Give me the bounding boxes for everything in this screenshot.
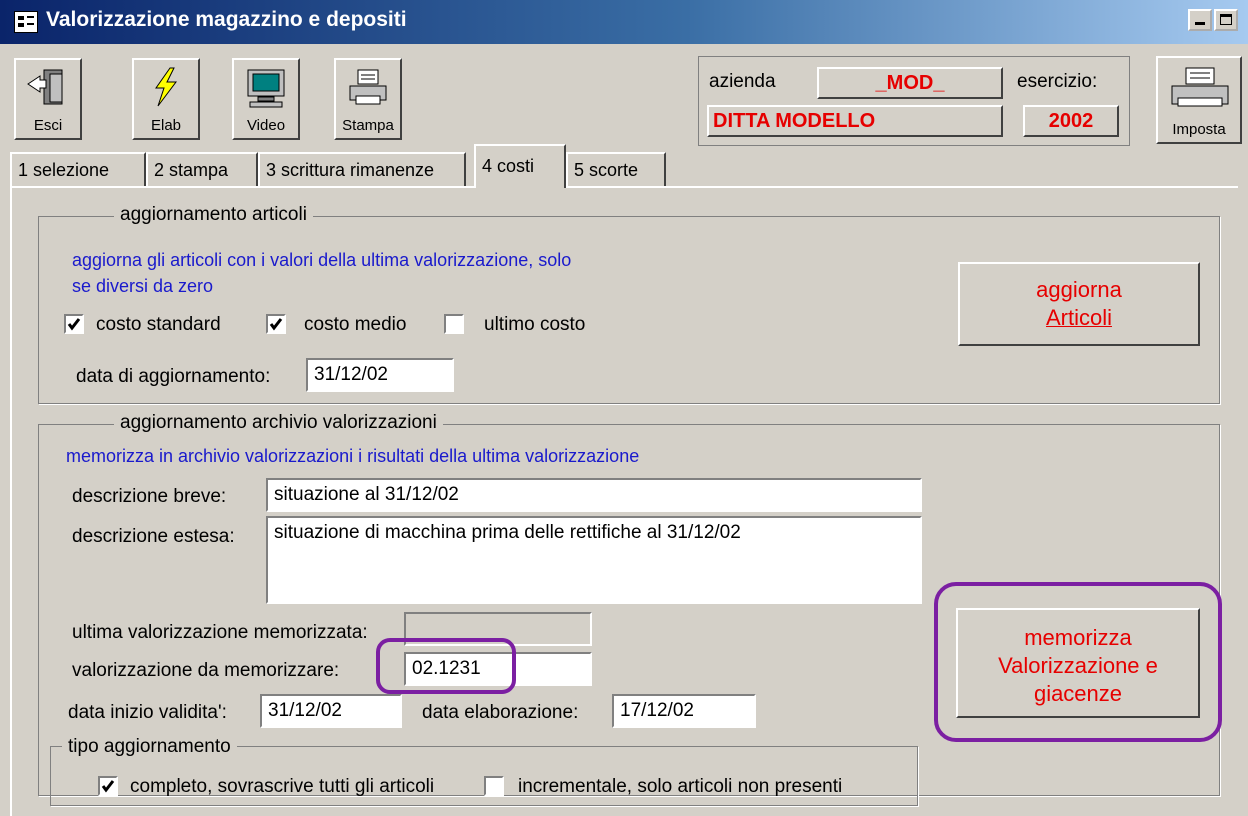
last-saved-label: ultima valorizzazione memorizzata: bbox=[72, 622, 368, 643]
last-cost-checkbox[interactable] bbox=[444, 314, 464, 334]
start-date-field[interactable]: 31/12/02 bbox=[260, 694, 402, 728]
update-date-label: data di aggiornamento: bbox=[76, 366, 271, 387]
checkmark-icon bbox=[67, 318, 81, 331]
save-valuation-highlight bbox=[934, 582, 1222, 742]
title-bar[interactable]: Valorizzazione magazzino e depositi bbox=[0, 0, 1248, 44]
short-desc-field[interactable]: situazione al 31/12/02 bbox=[266, 478, 922, 512]
monitor-icon bbox=[247, 69, 285, 108]
company-info-box: azienda _MOD_ DITTA MODELLO esercizio: 2… bbox=[698, 56, 1130, 146]
average-cost-label: costo medio bbox=[304, 314, 407, 335]
checkmark-icon bbox=[269, 318, 283, 331]
articles-update-desc-2: se diversi da zero bbox=[72, 276, 214, 296]
tab-costi[interactable]: 4 costi bbox=[474, 144, 566, 188]
elab-date-label: data elaborazione: bbox=[422, 702, 579, 723]
tab-selezione[interactable]: 1 selezione bbox=[10, 152, 146, 186]
video-label: Video bbox=[246, 117, 286, 134]
to-save-highlight bbox=[376, 638, 516, 694]
standard-cost-checkbox[interactable] bbox=[64, 314, 84, 334]
exit-door-icon bbox=[27, 69, 63, 105]
checkmark-icon bbox=[101, 780, 115, 793]
lightning-icon bbox=[155, 67, 177, 107]
average-cost-checkbox[interactable] bbox=[266, 314, 286, 334]
to-save-label: valorizzazione da memorizzare: bbox=[72, 660, 340, 681]
maximize-button[interactable] bbox=[1214, 9, 1238, 31]
tab-scrittura-rimanenze[interactable]: 3 scrittura rimanenze bbox=[258, 152, 466, 186]
print-label: Stampa bbox=[342, 117, 394, 134]
archive-update-desc: memorizza in archivio valorizzazioni i r… bbox=[66, 446, 640, 466]
complete-checkbox[interactable] bbox=[98, 776, 118, 796]
year-value: 2002 bbox=[1023, 105, 1119, 137]
window-title: Valorizzazione magazzino e depositi bbox=[46, 8, 407, 31]
incremental-label: incrementale, solo articoli non presenti bbox=[518, 776, 843, 797]
year-label: esercizio: bbox=[1017, 71, 1098, 92]
exit-label: Esci bbox=[33, 117, 63, 134]
standard-cost-label: costo standard bbox=[96, 314, 221, 335]
print-button[interactable]: Stampa bbox=[334, 58, 402, 140]
exit-button[interactable]: Esci bbox=[14, 58, 82, 140]
long-desc-label: descrizione estesa: bbox=[72, 526, 235, 547]
company-code: _MOD_ bbox=[817, 67, 1003, 99]
form-icon[interactable] bbox=[14, 11, 38, 33]
long-desc-field[interactable]: situazione di macchina prima delle retti… bbox=[266, 516, 922, 604]
short-desc-label: descrizione breve: bbox=[72, 486, 227, 507]
video-button[interactable]: Video bbox=[232, 58, 300, 140]
update-date-field[interactable]: 31/12/02 bbox=[306, 358, 454, 392]
last-cost-label: ultimo costo bbox=[484, 314, 586, 335]
printer-setup-icon bbox=[1171, 67, 1229, 107]
company-label: azienda bbox=[709, 71, 776, 92]
update-articles-line1: aggiorna bbox=[1036, 277, 1122, 302]
update-articles-button[interactable]: aggiorna Articoli bbox=[958, 262, 1200, 346]
articles-update-desc-1: aggiorna gli articoli con i valori della… bbox=[72, 250, 572, 270]
tab-stampa[interactable]: 2 stampa bbox=[146, 152, 258, 186]
setup-label: Imposta bbox=[1172, 121, 1226, 138]
update-type-title: tipo aggiornamento bbox=[62, 736, 237, 758]
elab-label: Elab bbox=[150, 117, 182, 134]
tab-scorte[interactable]: 5 scorte bbox=[566, 152, 666, 186]
update-articles-line2: Articoli bbox=[1045, 305, 1112, 330]
company-name: DITTA MODELLO bbox=[707, 105, 1003, 137]
minimize-button[interactable] bbox=[1188, 9, 1212, 31]
incremental-checkbox[interactable] bbox=[484, 776, 504, 796]
elab-date-field[interactable]: 17/12/02 bbox=[612, 694, 756, 728]
start-date-label: data inizio validita': bbox=[68, 702, 227, 723]
archive-update-title: aggiornamento archivio valorizzazioni bbox=[114, 412, 443, 434]
elab-button[interactable]: Elab bbox=[132, 58, 200, 140]
setup-button[interactable]: Imposta bbox=[1156, 56, 1242, 144]
articles-update-title: aggiornamento articoli bbox=[114, 204, 313, 226]
printer-icon bbox=[349, 69, 387, 105]
complete-label: completo, sovrascrive tutti gli articoli bbox=[130, 776, 435, 797]
